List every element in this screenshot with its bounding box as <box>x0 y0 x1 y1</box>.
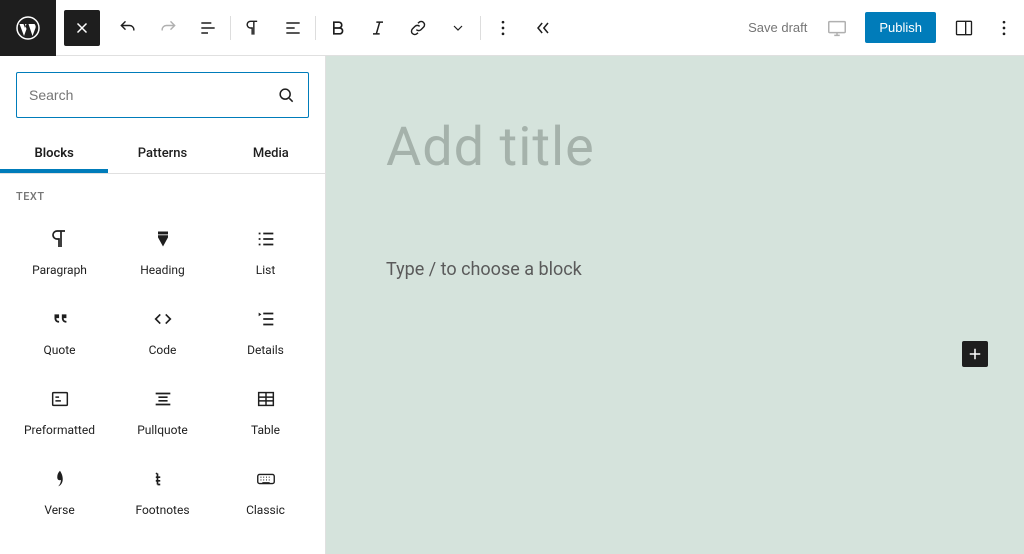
block-label: Pullquote <box>137 423 188 437</box>
block-label: Paragraph <box>32 263 87 277</box>
block-label: Heading <box>140 263 185 277</box>
verse-icon <box>49 465 71 493</box>
classic-icon <box>254 465 278 493</box>
post-body-input[interactable]: Type / to choose a block <box>386 259 964 280</box>
block-label: Verse <box>44 503 74 517</box>
heading-icon <box>153 225 173 253</box>
block-code[interactable]: Code <box>111 291 214 371</box>
options-button[interactable] <box>483 8 523 48</box>
block-label: Footnotes <box>135 503 189 517</box>
footnotes-icon <box>152 465 174 493</box>
block-label: Classic <box>246 503 285 517</box>
italic-button[interactable] <box>358 8 398 48</box>
block-table[interactable]: Table <box>214 371 317 451</box>
editor-canvas[interactable]: Add title Type / to choose a block <box>326 56 1024 554</box>
block-heading[interactable]: Heading <box>111 211 214 291</box>
block-label: Table <box>251 423 280 437</box>
align-button[interactable] <box>273 8 313 48</box>
top-toolbar: Save draft Publish <box>0 0 1024 56</box>
block-inserter-panel: Blocks Patterns Media TEXT Paragraph Hea… <box>0 56 326 554</box>
details-icon <box>255 305 277 333</box>
toolbar-separator <box>480 16 481 40</box>
redo-button[interactable] <box>148 8 188 48</box>
block-footnotes[interactable]: Footnotes <box>111 451 214 531</box>
bold-button[interactable] <box>318 8 358 48</box>
wordpress-logo[interactable] <box>0 0 56 56</box>
inserter-tabs: Blocks Patterns Media <box>0 134 325 174</box>
tab-blocks[interactable]: Blocks <box>0 134 108 173</box>
block-classic[interactable]: Classic <box>214 451 317 531</box>
block-preformatted[interactable]: Preformatted <box>8 371 111 451</box>
block-search[interactable] <box>16 72 309 118</box>
publish-button[interactable]: Publish <box>865 12 936 43</box>
block-details[interactable]: Details <box>214 291 317 371</box>
add-block-button[interactable] <box>962 341 988 367</box>
list-icon <box>255 225 277 253</box>
block-paragraph[interactable]: Paragraph <box>8 211 111 291</box>
settings-sidebar-button[interactable] <box>944 8 984 48</box>
link-button[interactable] <box>398 8 438 48</box>
block-pullquote[interactable]: Pullquote <box>111 371 214 451</box>
collapse-toolbar-button[interactable] <box>523 8 563 48</box>
block-verse[interactable]: Verse <box>8 451 111 531</box>
block-label: List <box>256 263 276 277</box>
more-rich-text-button[interactable] <box>438 8 478 48</box>
preformatted-icon <box>49 385 71 413</box>
tab-media[interactable]: Media <box>217 134 325 173</box>
paragraph-block-button[interactable] <box>233 8 273 48</box>
toolbar-separator <box>230 16 231 40</box>
block-list[interactable]: TEXT Paragraph Heading List Quote <box>0 174 325 554</box>
block-label: Quote <box>43 343 75 357</box>
search-input[interactable] <box>29 87 276 103</box>
block-label: Code <box>149 343 177 357</box>
block-quote[interactable]: Quote <box>8 291 111 371</box>
close-inserter-button[interactable] <box>64 10 100 46</box>
section-title-text: TEXT <box>0 174 325 211</box>
search-icon <box>276 85 296 105</box>
undo-button[interactable] <box>108 8 148 48</box>
tab-patterns[interactable]: Patterns <box>108 134 216 173</box>
quote-icon <box>49 305 71 333</box>
block-list[interactable]: List <box>214 211 317 291</box>
block-label: Details <box>247 343 284 357</box>
pullquote-icon <box>152 385 174 413</box>
paragraph-icon <box>48 225 72 253</box>
table-icon <box>255 385 277 413</box>
code-icon <box>152 305 174 333</box>
toolbar-separator <box>315 16 316 40</box>
more-menu-button[interactable] <box>984 8 1024 48</box>
post-title-input[interactable]: Add title <box>386 116 964 179</box>
save-draft-button[interactable]: Save draft <box>738 20 817 35</box>
preview-button[interactable] <box>817 8 857 48</box>
document-overview-button[interactable] <box>188 8 228 48</box>
block-label: Preformatted <box>24 423 95 437</box>
